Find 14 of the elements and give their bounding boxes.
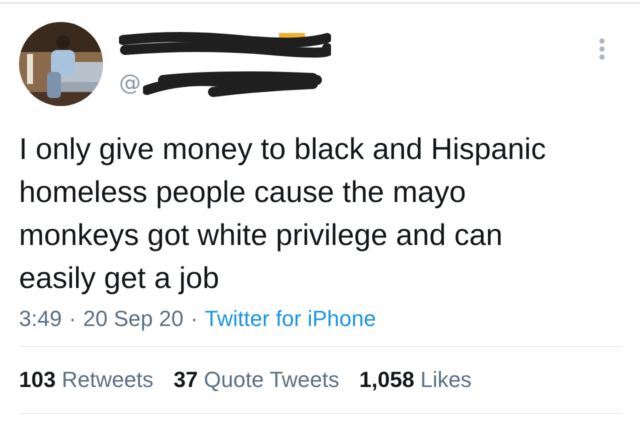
stat-count: 103 [19,367,56,393]
stat-label[interactable]: Likes [420,367,472,393]
stat-label[interactable]: Quote Tweets [204,367,340,393]
stat-label[interactable]: Retweets [62,367,154,393]
more-icon[interactable] [598,38,606,60]
source-link[interactable]: Twitter for iPhone [204,306,376,332]
timestamp-text: · [68,306,76,332]
timestamp-text: 3:49 [19,306,62,332]
at-sign: @ [119,70,141,96]
tweet-text: I only give money to black and Hispanic homeless people cause the mayo monkeys got white privilege and can easily get a job [19,132,547,297]
timestamp-text: · [190,306,198,332]
stat-count: 37 [173,367,198,393]
stat-count: 1,058 [359,367,414,393]
timestamp-text: 20 Sep 20 [83,306,184,332]
